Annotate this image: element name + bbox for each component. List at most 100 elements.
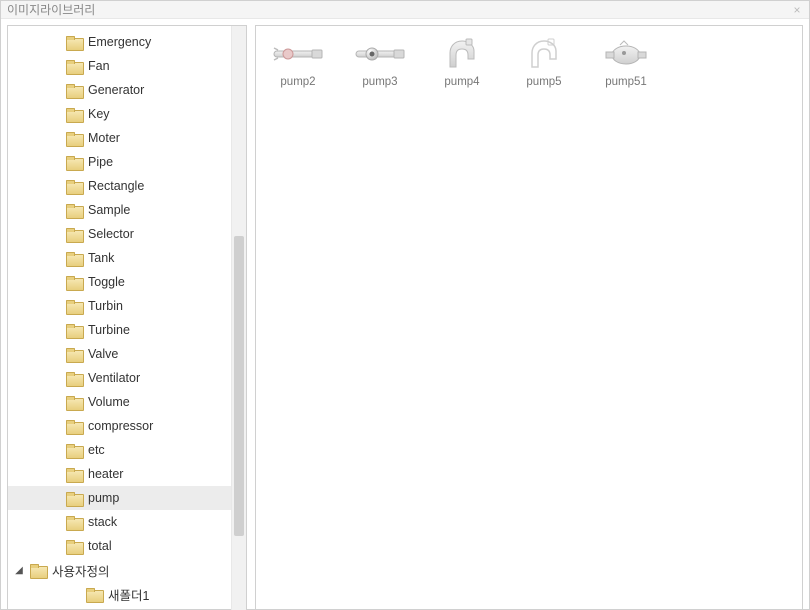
folder-icon [66,492,82,505]
tree-item-label: Selector [88,227,134,241]
tree-item-tank[interactable]: Tank [8,246,231,270]
folder-icon [66,372,82,385]
tree-item-label: Rectangle [88,179,144,193]
folder-icon [66,348,82,361]
thumbnail-pump3[interactable]: pump3 [348,38,412,88]
tree-item-label: Moter [88,131,120,145]
thumbnail-label: pump51 [605,76,647,88]
tree-item-fan[interactable]: Fan [8,54,231,78]
pump-icon [436,38,488,70]
tree-item-label: Turbine [88,323,130,337]
tree-item-toggle[interactable]: Toggle [8,270,231,294]
tree-item-compressor[interactable]: compressor [8,414,231,438]
tree-item-label: Fan [88,59,110,73]
tree-item-selector[interactable]: Selector [8,222,231,246]
thumbnail-label: pump3 [362,76,397,88]
tree-item-key[interactable]: Key [8,102,231,126]
tree-item-rectangle[interactable]: Rectangle [8,174,231,198]
folder-icon [66,108,82,121]
tree-scroll-thumb[interactable] [234,236,244,536]
tree-item-label: 사용자정의 [52,561,110,580]
folder-icon [66,324,82,337]
tree-item-heater[interactable]: heater [8,462,231,486]
tree-item-sample[interactable]: Sample [8,198,231,222]
pump-icon [518,38,570,70]
tree-item-label: Key [88,107,110,121]
tree-item-turbin[interactable]: Turbin [8,294,231,318]
tree-item-valve[interactable]: Valve [8,342,231,366]
folder-icon [30,564,46,577]
tree-item-turbine[interactable]: Turbine [8,318,231,342]
tree-item-label: Volume [88,395,130,409]
titlebar: 이미지라이브러리 × [1,1,809,19]
tree-item-사용자정의[interactable]: ◢ 사용자정의 [8,558,231,582]
folder-icon [66,420,82,433]
pump-icon [600,38,652,70]
tree-item-volume[interactable]: Volume [8,390,231,414]
tree-item-label: Emergency [88,35,151,49]
folder-icon [86,588,102,601]
folder-icon [66,36,82,49]
tree-item-label: Pipe [88,155,113,169]
folder-icon [66,396,82,409]
tree-item-pump[interactable]: pump [8,486,231,510]
tree-item-label: heater [88,467,123,481]
folder-icon [66,84,82,97]
pump-icon [354,38,406,70]
content-panes: Emergency Fan Generator Key Moter Pipe Rectang… [7,25,803,610]
tree-item-새폴더1[interactable]: 새폴더1 [8,582,231,606]
tree-item-label: stack [88,515,117,529]
thumbnail-pump2[interactable]: pump2 [266,38,330,88]
tree-item-label: compressor [88,419,153,433]
tree-item-ventilator[interactable]: Ventilator [8,366,231,390]
folder-icon [66,516,82,529]
folder-icon [66,132,82,145]
tree-item-label: etc [88,443,105,457]
folder-icon [66,468,82,481]
thumbnail-grid: pump2 pump3 [266,38,792,88]
folder-tree[interactable]: Emergency Fan Generator Key Moter Pipe Rectang… [8,26,231,610]
image-library-dialog: 이미지라이브러리 × Emergency Fan Generator Key Moter… [0,0,810,610]
tree-item-label: Tank [88,251,114,265]
tree-item-label: total [88,539,112,553]
thumbnail-pump51[interactable]: pump51 [594,38,658,88]
tree-item-label: Turbin [88,299,123,313]
thumbnail-label: pump5 [526,76,561,88]
thumbnail-label: pump4 [444,76,479,88]
tree-item-moter[interactable]: Moter [8,126,231,150]
tree-item-etc[interactable]: etc [8,438,231,462]
tree-item-label: Ventilator [88,371,140,385]
dialog-client: Emergency Fan Generator Key Moter Pipe Rectang… [1,19,809,610]
tree-item-label: Toggle [88,275,125,289]
tree-item-label: Generator [88,83,144,97]
tree-item-generator[interactable]: Generator [8,78,231,102]
folder-icon [66,156,82,169]
tree-item-emergency[interactable]: Emergency [8,30,231,54]
tree-item-label: Sample [88,203,130,217]
folder-icon [66,300,82,313]
folder-icon [66,180,82,193]
tree-pane: Emergency Fan Generator Key Moter Pipe Rectang… [7,25,247,610]
expander-icon[interactable]: ◢ [14,565,24,576]
tree-item-stack[interactable]: stack [8,510,231,534]
tree-item-pipe[interactable]: Pipe [8,150,231,174]
folder-icon [66,204,82,217]
folder-icon [66,252,82,265]
tree-item-label: Valve [88,347,118,361]
close-icon[interactable]: × [789,2,805,18]
thumbnail-pump5[interactable]: pump5 [512,38,576,88]
folder-icon [66,444,82,457]
pump-icon [272,38,324,70]
preview-pane: pump2 pump3 [255,25,803,610]
folder-icon [66,540,82,553]
thumbnail-pump4[interactable]: pump4 [430,38,494,88]
window-title: 이미지라이브러리 [7,1,95,18]
tree-item-label: pump [88,491,119,505]
thumbnail-label: pump2 [280,76,315,88]
folder-icon [66,276,82,289]
folder-icon [66,228,82,241]
tree-scrollbar[interactable] [231,26,246,610]
folder-icon [66,60,82,73]
tree-item-total[interactable]: total [8,534,231,558]
tree-item-label: 새폴더1 [108,585,149,604]
